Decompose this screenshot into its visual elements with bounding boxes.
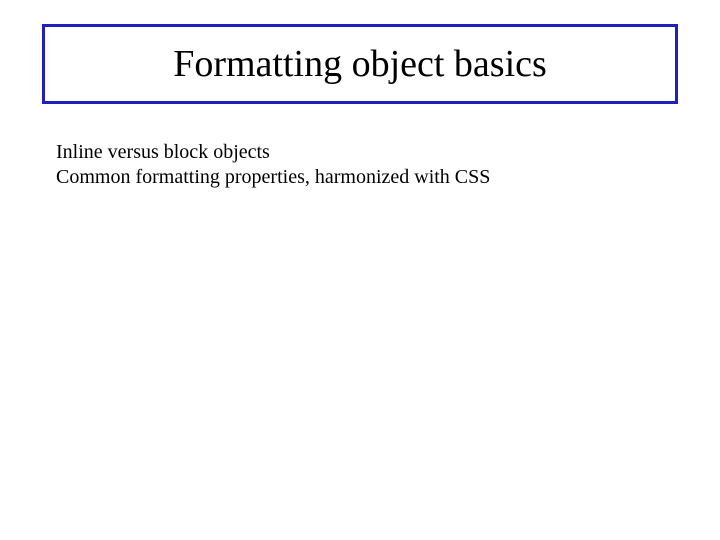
body-line-2: Common formatting properties, harmonized… — [56, 165, 676, 190]
title-box: Formatting object basics — [42, 24, 678, 104]
body-line-1: Inline versus block objects — [56, 140, 676, 165]
body-content: Inline versus block objects Common forma… — [56, 140, 676, 190]
slide-title: Formatting object basics — [173, 42, 547, 86]
